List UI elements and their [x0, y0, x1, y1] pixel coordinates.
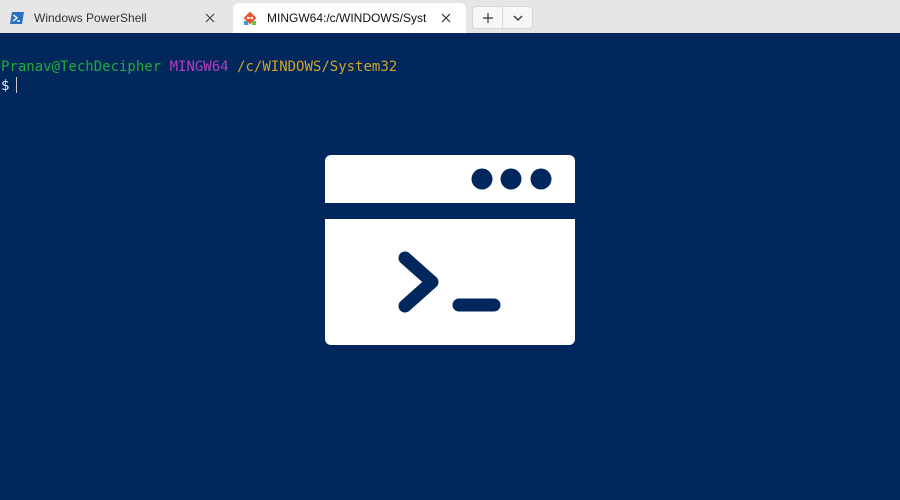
prompt-host: MINGW64 — [169, 59, 229, 75]
terminal-window-icon — [325, 155, 575, 345]
chevron-down-icon — [513, 15, 522, 21]
prompt-path: /c/WINDOWS/System32 — [237, 59, 398, 75]
close-icon — [441, 13, 451, 23]
close-tab-button[interactable] — [438, 10, 454, 26]
plus-icon — [482, 12, 493, 23]
close-tab-button[interactable] — [202, 10, 218, 26]
tab-title: Windows PowerShell — [34, 11, 147, 25]
tab-windows-powershell[interactable]: Windows PowerShell — [0, 3, 230, 33]
prompt-symbol: $ — [1, 78, 10, 94]
git-icon — [243, 11, 257, 25]
tab-dropdown-button[interactable] — [502, 7, 532, 28]
powershell-icon — [10, 11, 24, 25]
prompt-user: Pranav@TechDecipher — [1, 59, 162, 75]
text-cursor — [16, 77, 18, 93]
prompt-line: Pranav@TechDecipher MINGW64 /c/WINDOWS/S… — [1, 59, 397, 75]
tab-bar: Windows PowerShell MINGW64:/c/WINDOWS/Sy… — [0, 0, 900, 33]
input-line[interactable]: $ — [1, 77, 18, 94]
close-icon — [205, 13, 215, 23]
tab-title: MINGW64:/c/WINDOWS/Syst — [267, 11, 427, 25]
tab-actions — [472, 6, 533, 29]
tab-mingw64[interactable]: MINGW64:/c/WINDOWS/Syst — [233, 3, 466, 33]
new-tab-button[interactable] — [473, 7, 502, 28]
